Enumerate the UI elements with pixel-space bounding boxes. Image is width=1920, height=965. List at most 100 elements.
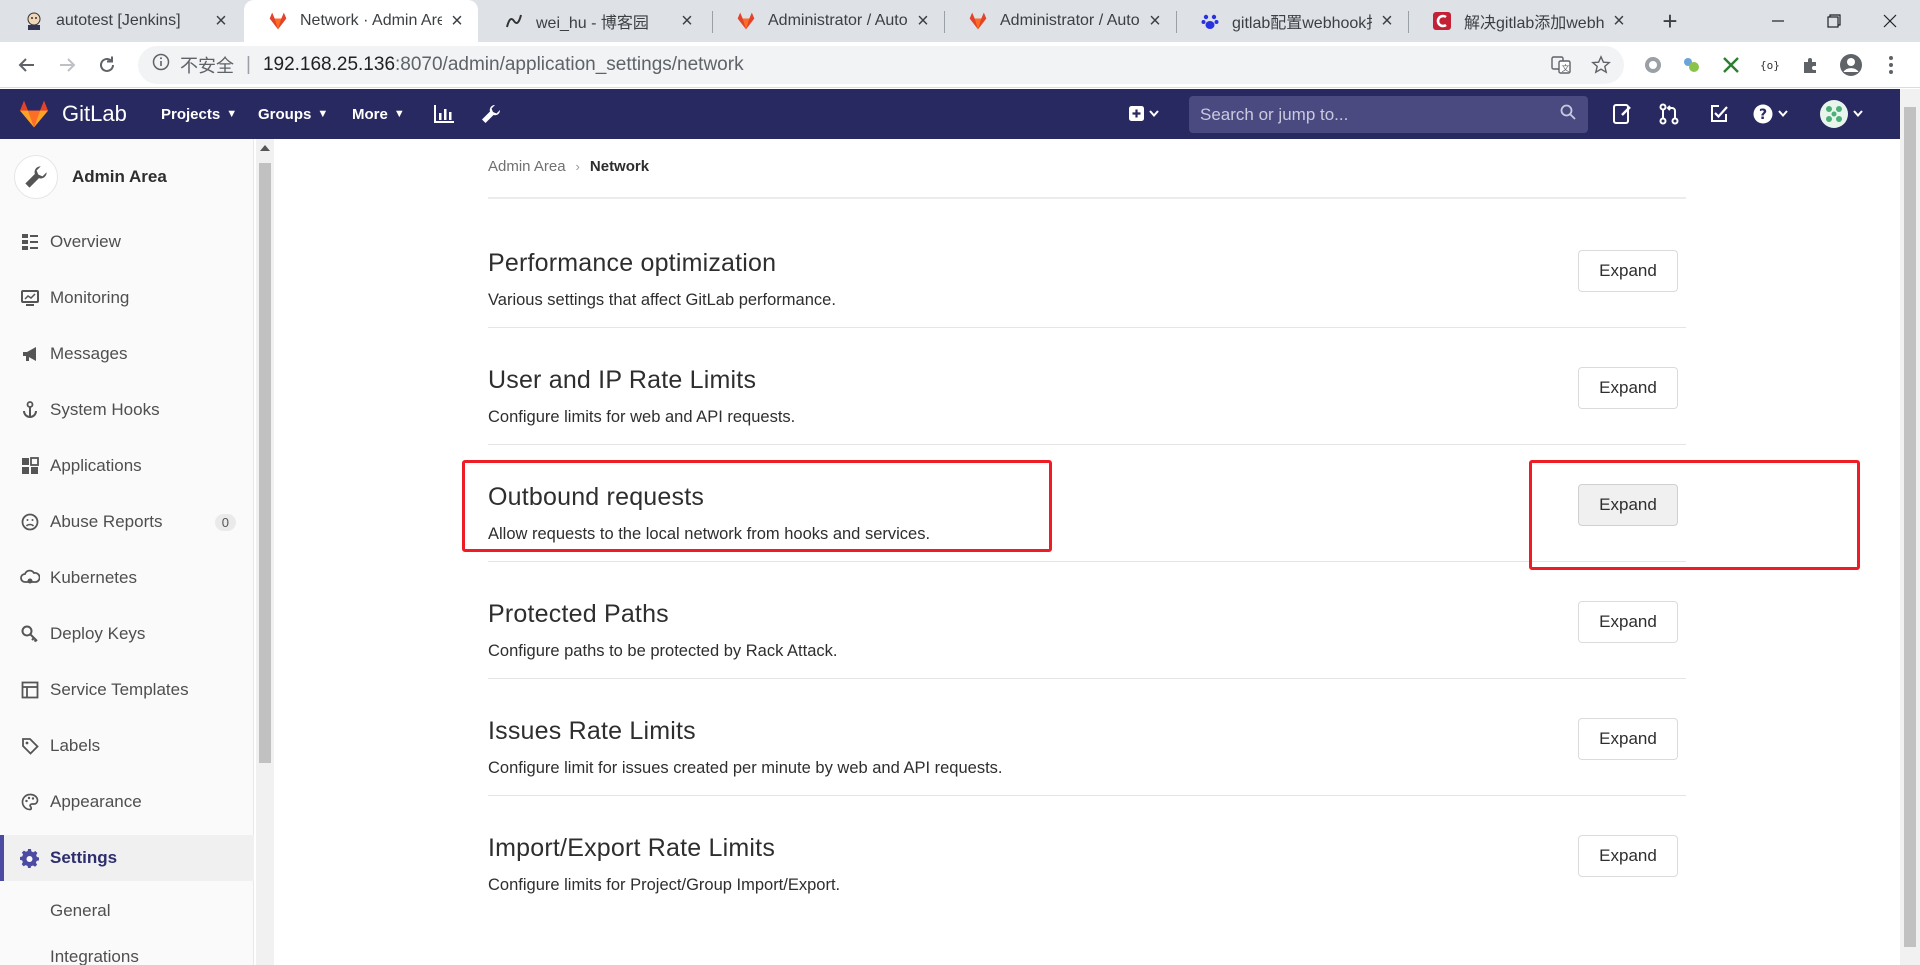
page-scrollbar-thumb[interactable]	[1904, 107, 1916, 947]
sidebar-item-labels[interactable]: Labels	[0, 723, 254, 769]
sidebar-item-applications[interactable]: Applications	[0, 443, 254, 489]
browser-tab-jenkins[interactable]: autotest [Jenkins] ×	[0, 0, 242, 42]
palette-icon	[20, 792, 40, 812]
overview-icon	[20, 232, 40, 252]
browser-tab-csdn[interactable]: 解决gitlab添加webhook ×	[1408, 0, 1640, 42]
more-dropdown[interactable]: More ▼	[352, 89, 405, 139]
gitlab-icon	[968, 11, 988, 31]
browser-tab-gitlab-admin-1[interactable]: Administrator / Auto ×	[712, 0, 944, 42]
bookmark-star-icon[interactable]	[1588, 52, 1614, 78]
section-description: Various settings that affect GitLab perf…	[488, 291, 836, 309]
admin-wrench-icon[interactable]	[478, 101, 504, 127]
expand-button[interactable]: Expand	[1578, 250, 1678, 292]
window-minimize-icon[interactable]	[1748, 0, 1808, 42]
browser-tab-network-admin[interactable]: Network · Admin Area ×	[244, 0, 478, 42]
browser-tab-gitlab-admin-2[interactable]: Administrator / Auto ×	[944, 0, 1176, 42]
sidebar-subitem-integrations[interactable]: Integrations	[0, 935, 254, 965]
sidebar-item-monitoring[interactable]: Monitoring	[0, 275, 254, 321]
tab-close-icon[interactable]: ×	[212, 10, 230, 33]
extension-json-icon[interactable]: {o}	[1758, 52, 1784, 78]
extension-record-icon[interactable]	[1640, 52, 1666, 78]
hook-icon	[20, 400, 40, 420]
activity-chart-icon[interactable]	[431, 101, 457, 127]
merge-requests-icon[interactable]	[1656, 101, 1682, 127]
sidebar-item-kubernetes[interactable]: Kubernetes	[0, 555, 254, 601]
breadcrumb-admin-area-link[interactable]: Admin Area	[488, 158, 566, 175]
browser-tab-strip: autotest [Jenkins] × Network · Admin Are…	[0, 0, 1920, 42]
sidebar-header[interactable]: Admin Area	[14, 155, 167, 199]
browser-tab-baidu[interactable]: gitlab配置webhook报 ×	[1176, 0, 1408, 42]
applications-grid-icon	[20, 456, 40, 476]
sidebar-item-appearance[interactable]: Appearance	[0, 779, 254, 825]
expand-button[interactable]: Expand	[1578, 601, 1678, 643]
page-scrollbar[interactable]	[1900, 89, 1920, 965]
sidebar-item-messages[interactable]: Messages	[0, 331, 254, 377]
browser-tab-cnblogs[interactable]: wei_hu - 博客园 ×	[480, 0, 708, 42]
search-input[interactable]	[1200, 104, 1540, 125]
sidebar-scrollbar-thumb[interactable]	[259, 163, 271, 763]
tab-title: Administrator / Auto	[1000, 12, 1140, 29]
search-box[interactable]	[1189, 96, 1588, 133]
reload-icon[interactable]	[92, 50, 122, 80]
sidebar-item-abuse-reports[interactable]: Abuse Reports 0	[0, 499, 254, 545]
translate-icon[interactable]: 文	[1548, 52, 1574, 78]
chevron-down-icon: ▼	[226, 108, 238, 120]
new-tab-plus-icon[interactable]: +	[1655, 6, 1685, 36]
tab-close-icon[interactable]: ×	[1146, 10, 1164, 33]
info-icon[interactable]	[152, 53, 170, 77]
sidebar-item-settings[interactable]: Settings	[0, 835, 254, 881]
chevron-down-icon: ▼	[393, 108, 405, 120]
browser-menu-icon[interactable]	[1878, 52, 1904, 78]
extension-people-icon[interactable]	[1678, 52, 1704, 78]
extensions-puzzle-icon[interactable]	[1798, 52, 1824, 78]
gitlab-navbar: GitLab Projects▼ Groups▼ More▼ ?	[0, 89, 1900, 139]
svg-text:文: 文	[1562, 63, 1570, 73]
tab-close-icon[interactable]: ×	[1378, 10, 1396, 33]
tab-title: Network · Admin Area	[300, 12, 442, 29]
issues-icon[interactable]	[1609, 101, 1635, 127]
section-description: Configure paths to be protected by Rack …	[488, 642, 838, 660]
todos-icon[interactable]	[1706, 101, 1732, 127]
forward-arrow-icon[interactable]	[52, 50, 82, 80]
breadcrumb-current[interactable]: Network	[590, 158, 649, 175]
back-arrow-icon[interactable]	[12, 50, 42, 80]
sidebar-item-deploy-keys[interactable]: Deploy Keys	[0, 611, 254, 657]
expand-button[interactable]: Expand	[1578, 835, 1678, 877]
projects-dropdown[interactable]: Projects ▼	[161, 89, 237, 139]
help-icon[interactable]: ?	[1752, 101, 1794, 127]
search-icon	[1560, 104, 1576, 125]
not-secure-label: 不安全	[180, 56, 234, 76]
tab-close-icon[interactable]: ×	[678, 10, 696, 33]
expand-button[interactable]: Expand	[1578, 718, 1678, 760]
expand-button[interactable]: Expand	[1578, 367, 1678, 409]
tab-close-icon[interactable]: ×	[448, 10, 466, 33]
annotation-box-outbound-requests	[462, 460, 1052, 552]
profile-avatar-icon[interactable]	[1838, 52, 1864, 78]
scroll-up-arrow-icon[interactable]	[260, 145, 270, 151]
key-icon	[20, 624, 40, 644]
url-host: 192.168.25.136	[262, 54, 396, 75]
megaphone-icon	[20, 344, 40, 364]
section-title: Import/Export Rate Limits	[488, 834, 776, 862]
sidebar-subitem-general[interactable]: General	[0, 889, 254, 933]
sidebar-item-service-templates[interactable]: Service Templates	[0, 667, 254, 713]
sidebar-scrollbar[interactable]	[256, 139, 274, 965]
sidebar-item-system-hooks[interactable]: System Hooks	[0, 387, 254, 433]
window-close-icon[interactable]	[1860, 0, 1920, 42]
gitlab-home-link[interactable]: GitLab	[18, 99, 127, 129]
csdn-icon	[1432, 11, 1452, 31]
template-icon	[20, 680, 40, 700]
user-avatar-menu[interactable]	[1818, 100, 1868, 128]
address-bar[interactable]: 不安全 | 192.168.25.136:8070/admin/applicat…	[138, 46, 1624, 84]
extension-x-icon[interactable]	[1718, 52, 1744, 78]
tab-title: gitlab配置webhook报	[1232, 15, 1372, 32]
tab-close-icon[interactable]: ×	[914, 10, 932, 33]
tab-close-icon[interactable]: ×	[1610, 10, 1628, 33]
groups-dropdown[interactable]: Groups ▼	[258, 89, 328, 139]
baidu-icon	[1200, 11, 1220, 31]
gitlab-icon	[268, 11, 288, 31]
sidebar-item-overview[interactable]: Overview	[0, 219, 254, 265]
new-item-plus-icon[interactable]	[1126, 101, 1164, 127]
window-restore-icon[interactable]	[1804, 0, 1864, 42]
jenkins-icon	[24, 11, 44, 31]
